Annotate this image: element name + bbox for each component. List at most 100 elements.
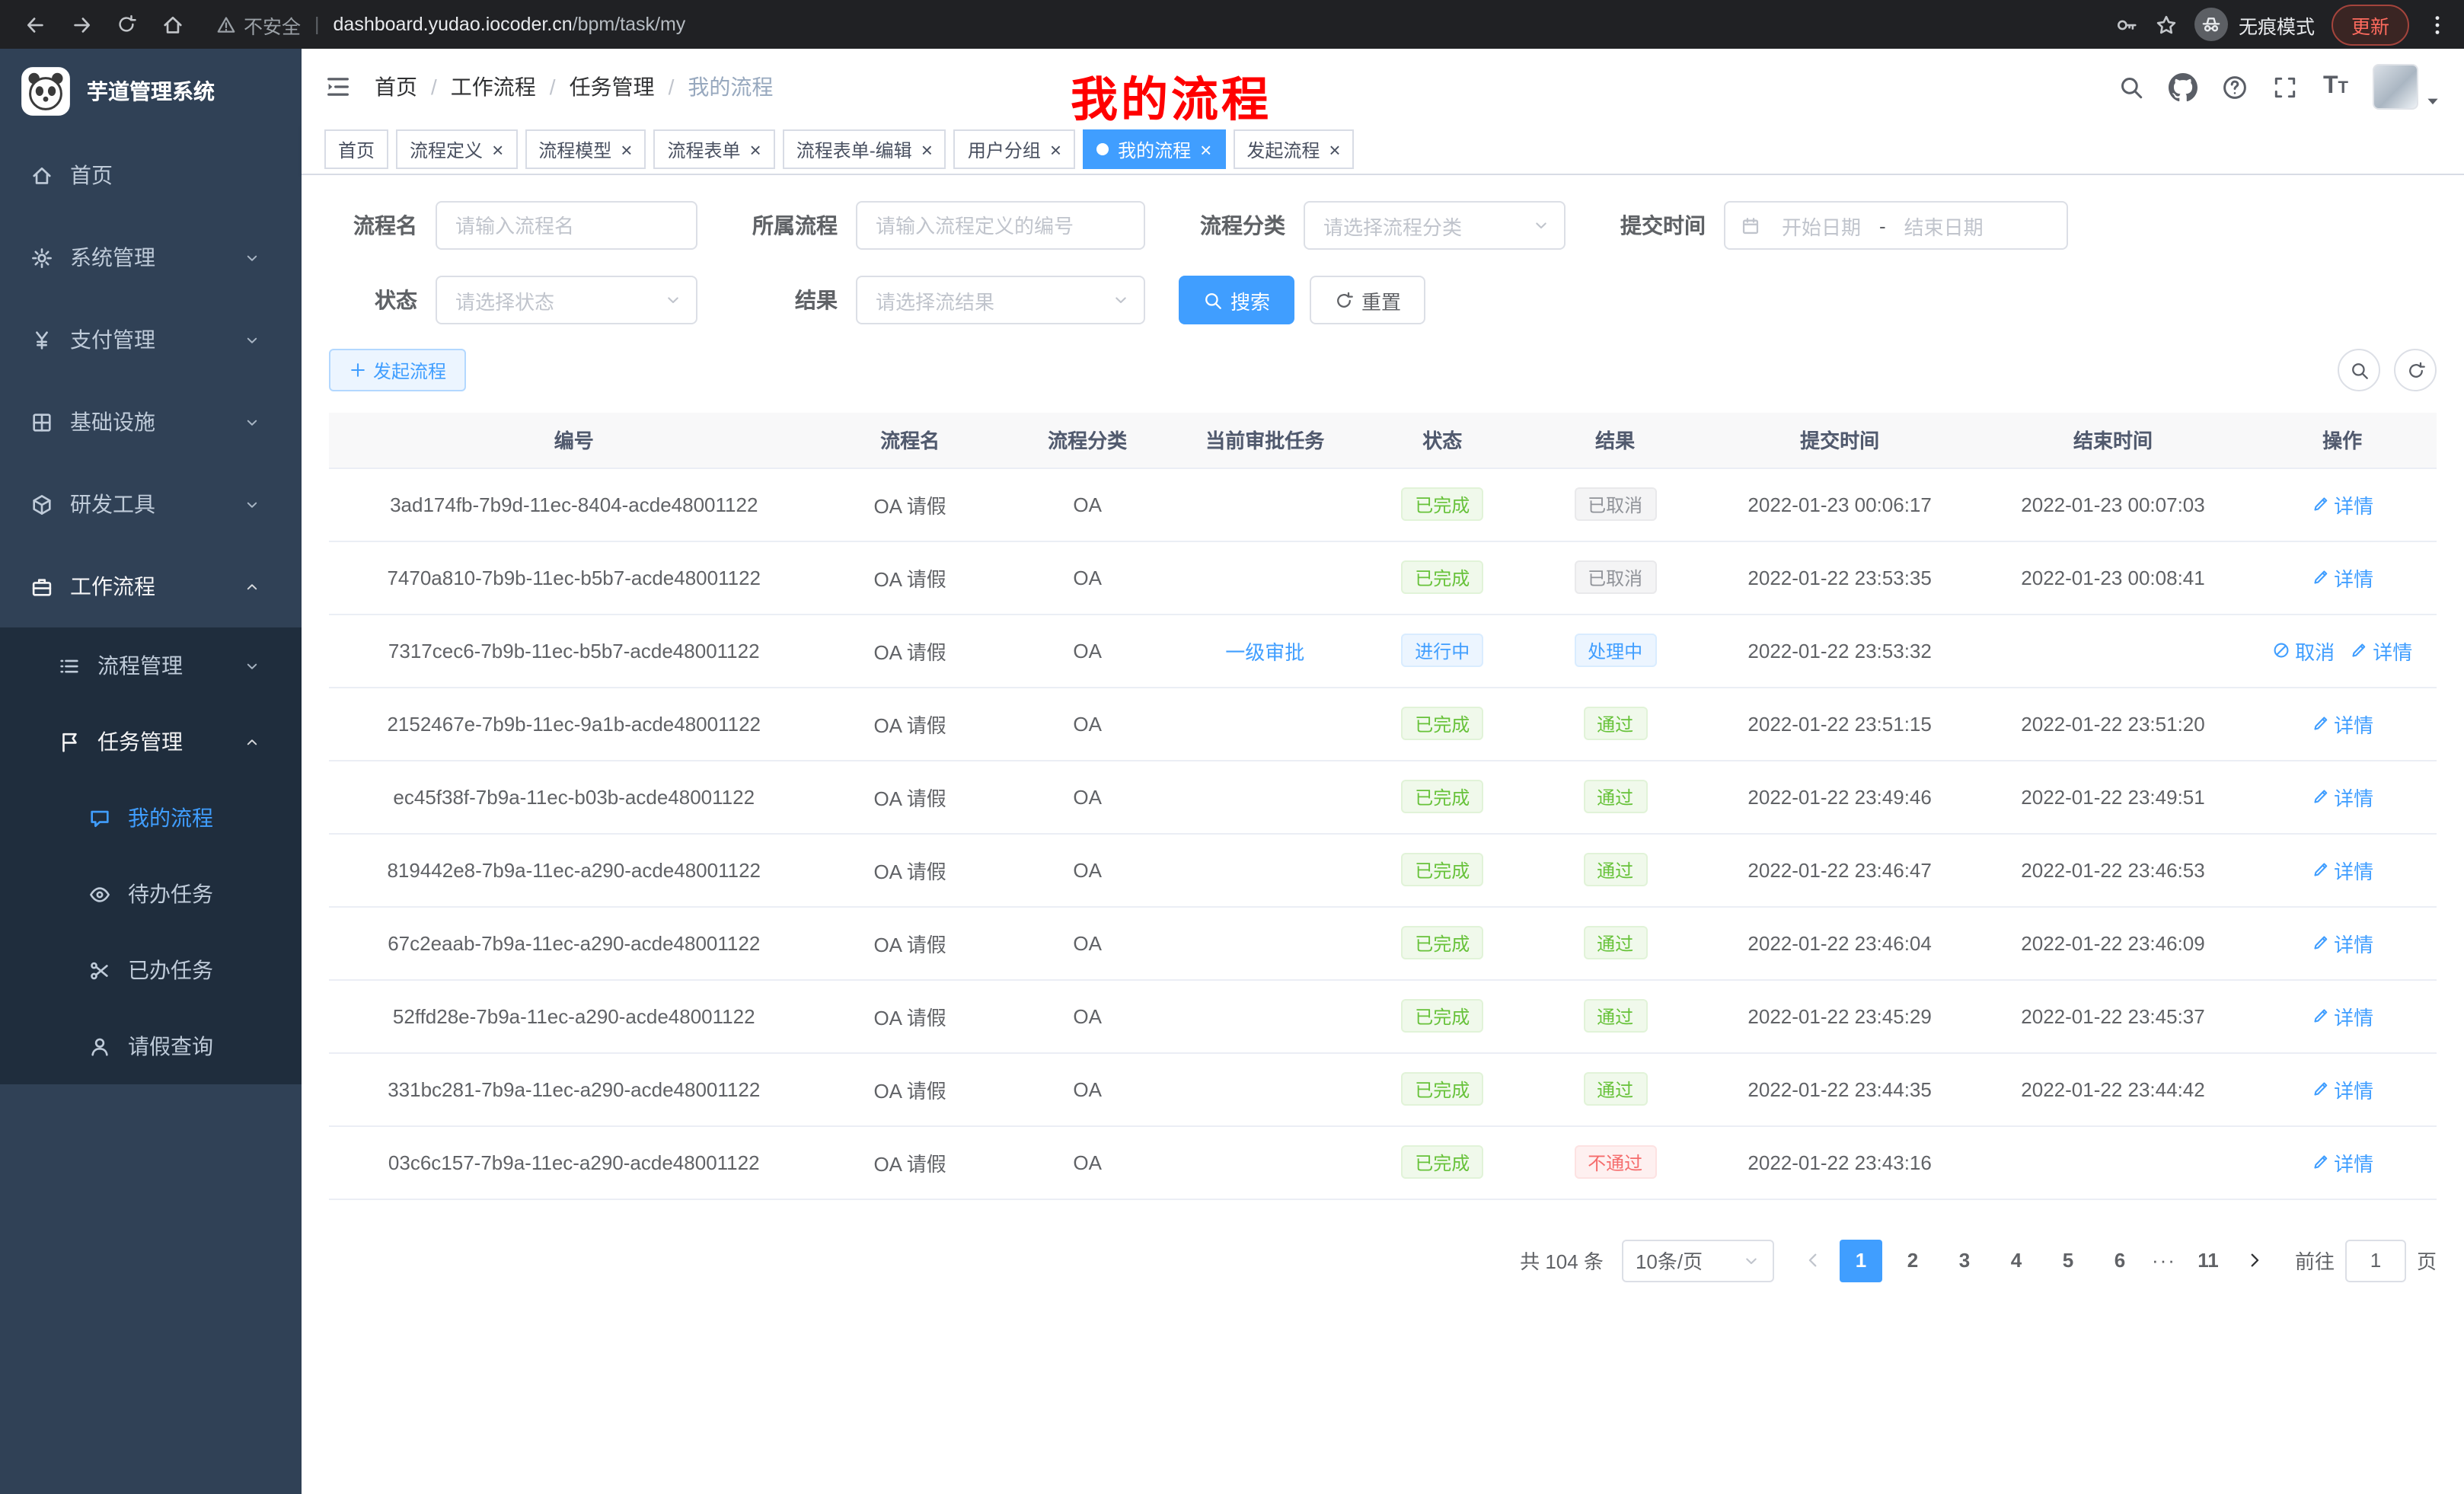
cell-current-task [1174,468,1356,541]
table-row: 52ffd28e-7b9a-11ec-a290-acde48001122OA 请… [329,979,2437,1052]
breadcrumb-item[interactable]: 首页 [375,72,417,102]
hamburger-icon[interactable] [324,73,352,101]
detail-action[interactable]: 详情 [2311,1001,2373,1030]
user-menu[interactable] [2373,64,2441,110]
logo-title: 芋道管理系统 [87,76,215,107]
tags-view: 首页流程定义×流程模型×流程表单×流程表单-编辑×用户分组×我的流程×发起流程× [302,125,2464,175]
sidebar-item-my-process[interactable]: 我的流程 [0,780,302,856]
tab-home[interactable]: 首页 [324,129,388,169]
detail-action[interactable]: 详情 [2311,1074,2373,1103]
status-tag: 已完成 [1401,853,1483,886]
sidebar-item-process-mgmt[interactable]: 流程管理 [0,627,302,704]
filter-name-input[interactable] [436,201,697,250]
filter-result-select[interactable]: 请选择流结果 [856,276,1145,324]
close-icon[interactable]: × [1050,139,1061,159]
edit-icon [2311,714,2329,733]
update-button[interactable]: 更新 [2332,4,2409,45]
detail-action[interactable]: 详情 [2311,1148,2373,1176]
filter-process-input[interactable] [856,201,1145,250]
table-row: 819442e8-7b9a-11ec-a290-acde48001122OA 请… [329,833,2437,906]
avatar[interactable] [2373,64,2418,110]
detail-action[interactable]: 详情 [2311,563,2373,592]
help-icon[interactable] [2223,74,2249,100]
security-indicator[interactable]: 不安全 [216,10,301,39]
bookmark-star-icon[interactable] [2155,13,2178,36]
sidebar-item-infra[interactable]: 基础设施 [0,381,302,463]
pagination-page-11[interactable]: 11 [2187,1239,2229,1282]
address-bar[interactable]: 不安全 | dashboard.yudao.iocoder.cn/bpm/tas… [216,10,2109,39]
pagination-page-4[interactable]: 4 [1995,1239,2038,1282]
sidebar-item-done-tasks[interactable]: 已办任务 [0,932,302,1008]
breadcrumb-separator: / [550,75,556,99]
browser-home-icon[interactable] [152,5,192,44]
sidebar-item-todo-tasks[interactable]: 待办任务 [0,856,302,932]
detail-action[interactable]: 详情 [2311,782,2373,811]
filter-status-select[interactable]: 请选择状态 [436,276,697,324]
sidebar-item-devtools[interactable]: 研发工具 [0,463,302,545]
search-button[interactable]: 搜索 [1179,276,1294,324]
pagination-page-5[interactable]: 5 [2047,1239,2089,1282]
close-icon[interactable]: × [621,139,632,159]
detail-action[interactable]: 详情 [2311,490,2373,519]
sidebar-item-label: 请假查询 [128,1031,277,1061]
show-search-button[interactable] [2338,349,2380,391]
close-icon[interactable]: × [921,139,933,159]
close-icon[interactable]: × [1200,139,1211,159]
date-end-placeholder[interactable]: 结束日期 [1889,211,1999,240]
tab-process-model[interactable]: 流程模型× [525,129,646,169]
pagination-page-3[interactable]: 3 [1943,1239,1986,1282]
browser-reload-icon[interactable] [107,5,146,44]
next-page-icon[interactable] [2234,1239,2277,1282]
tab-form-edit[interactable]: 流程表单-编辑× [783,129,946,169]
tab-process-form[interactable]: 流程表单× [653,129,774,169]
filter-category-select[interactable]: 请选择流程分类 [1304,201,1566,250]
detail-action[interactable]: 详情 [2311,709,2373,738]
tab-my-process[interactable]: 我的流程× [1083,129,1225,169]
tab-user-group[interactable]: 用户分组× [954,129,1075,169]
close-icon[interactable]: × [750,139,761,159]
date-start-placeholder[interactable]: 开始日期 [1767,211,1876,240]
logo[interactable]: 芋道管理系统 [0,49,302,134]
browser-menu-icon[interactable] [2426,13,2449,36]
pagination-page-1[interactable]: 1 [1840,1239,1882,1282]
sidebar-item-label: 工作流程 [70,571,231,602]
cancel-action[interactable]: 取消 [2272,636,2335,665]
close-icon[interactable]: × [1329,139,1340,159]
pagination-more[interactable]: ··· [2146,1249,2182,1272]
font-size-icon[interactable]: TT [2323,73,2348,101]
tab-process-def[interactable]: 流程定义× [396,129,517,169]
pagination-page-2[interactable]: 2 [1891,1239,1934,1282]
page-size-select[interactable]: 10条/页 [1622,1239,1774,1282]
task-link[interactable]: 一级审批 [1225,636,1304,665]
filter-time-range[interactable]: 开始日期 - 结束日期 [1724,201,2068,250]
sidebar-item-system[interactable]: 系统管理 [0,216,302,298]
browser-back-icon[interactable] [15,5,55,44]
breadcrumb-item[interactable]: 任务管理 [570,72,655,102]
pagination-page-6[interactable]: 6 [2099,1239,2141,1282]
refresh-table-button[interactable] [2394,349,2437,391]
sidebar-item-leave-query[interactable]: 请假查询 [0,1008,302,1084]
search-icon[interactable] [2119,74,2145,100]
browser-forward-icon[interactable] [61,5,101,44]
sidebar-item-task-mgmt[interactable]: 任务管理 [0,704,302,780]
detail-action[interactable]: 详情 [2311,855,2373,884]
password-key-icon[interactable] [2115,13,2138,36]
reset-button[interactable]: 重置 [1310,276,1425,324]
cell-submit-time: 2022-01-22 23:46:47 [1702,833,1978,906]
sidebar-item-payment[interactable]: 支付管理 [0,298,302,381]
detail-action[interactable]: 详情 [2311,928,2373,957]
sidebar-item-home[interactable]: 首页 [0,134,302,216]
cell-category: OA [1001,906,1174,979]
sidebar-item-workflow[interactable]: 工作流程 [0,545,302,627]
close-icon[interactable]: × [492,139,503,159]
breadcrumb-item[interactable]: 工作流程 [451,72,536,102]
create-process-button[interactable]: 发起流程 [329,349,466,391]
prev-page-icon[interactable] [1792,1239,1835,1282]
cell-result: 不通过 [1529,1125,1702,1199]
goto-page-input[interactable] [2345,1239,2406,1282]
fullscreen-icon[interactable] [2273,74,2299,100]
status-tag: 已取消 [1574,487,1656,521]
github-icon[interactable] [2169,72,2198,101]
detail-action[interactable]: 详情 [2350,636,2412,665]
tab-start-process[interactable]: 发起流程× [1233,129,1354,169]
